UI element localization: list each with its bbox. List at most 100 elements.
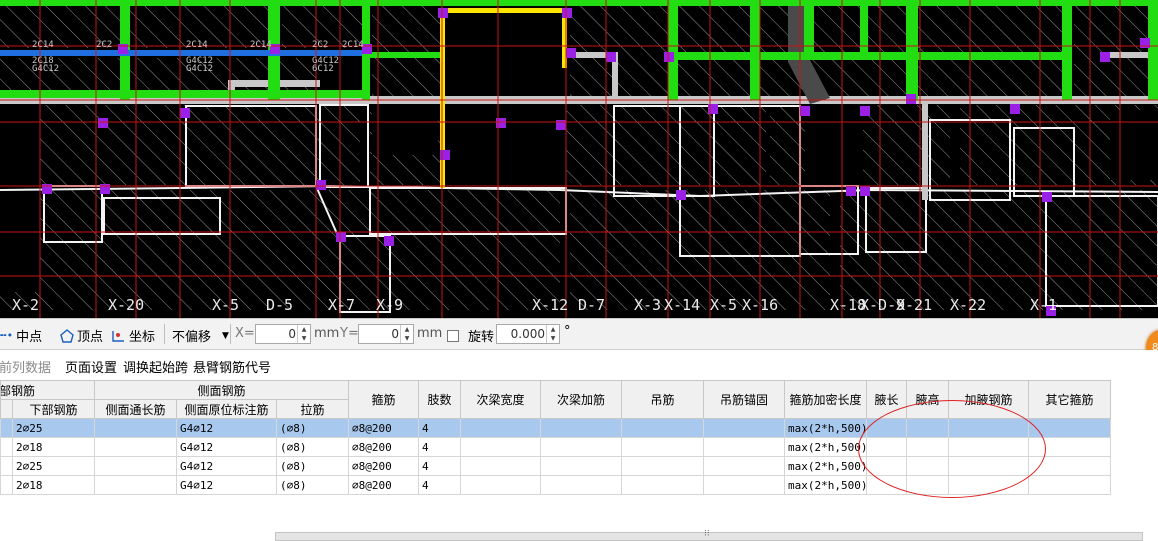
- rebar-annotation: 2C14: [186, 40, 208, 50]
- cell-other-stirrup[interactable]: [1028, 475, 1112, 495]
- cell-hanger[interactable]: [621, 456, 705, 476]
- midpoint-snap-button[interactable]: ╍• 中点: [0, 326, 42, 345]
- cell-sec-rebar[interactable]: [540, 437, 623, 457]
- cell-stirrup[interactable]: ⌀8@200: [348, 418, 420, 438]
- cell-hanger[interactable]: [621, 437, 705, 457]
- cell-side-insitu[interactable]: G4⌀12: [176, 475, 278, 495]
- table-menubar: 当前列数据 页面设置 调换起始跨 悬臂钢筋代号: [0, 350, 1158, 380]
- rotate-checkbox[interactable]: [447, 329, 459, 342]
- menu-cantilever-code[interactable]: 悬臂钢筋代号: [193, 357, 271, 376]
- axis-label: X-21: [896, 296, 933, 314]
- vertex-label: 顶点: [77, 330, 104, 345]
- header-hanger-anchorage[interactable]: 吊筋锚固: [703, 380, 786, 419]
- cell-bottom[interactable]: 2⌀18: [11, 475, 96, 495]
- cell-tie[interactable]: (⌀8): [276, 418, 350, 438]
- cell-sec-width[interactable]: [460, 437, 542, 457]
- coordinate-snap-button[interactable]: 坐标: [110, 326, 155, 345]
- row-stub[interactable]: [0, 456, 13, 476]
- green-beam: [750, 0, 760, 100]
- header-legs[interactable]: 肢数: [418, 380, 462, 419]
- column-marker: [438, 8, 448, 18]
- header-other-stirrup[interactable]: 其它箍筋: [1028, 380, 1112, 419]
- rotate-angle-input[interactable]: 0.000 ▲ ▼: [496, 324, 560, 344]
- header-stirrup[interactable]: 箍筋: [348, 380, 420, 419]
- drawing-canvas[interactable]: 2C14 2C2 2C14 2C14 2C2 2C14 2C18 G4C12 G4C12 G4C1…: [0, 0, 1158, 318]
- header-secondary-beam-width[interactable]: 次梁宽度: [460, 380, 542, 419]
- column-marker: [1042, 192, 1052, 202]
- hatched-slab: [372, 0, 442, 100]
- header-bottom-rebar[interactable]: 下部钢筋: [11, 399, 96, 419]
- cell-hanger[interactable]: [621, 475, 705, 495]
- cell-sec-rebar[interactable]: [540, 456, 623, 476]
- cell-side-insitu[interactable]: G4⌀12: [176, 456, 278, 476]
- blue-beam: [0, 50, 362, 56]
- menu-page-setup[interactable]: 页面设置: [65, 357, 117, 376]
- cell-dense-len[interactable]: max(2*h,500): [784, 456, 868, 476]
- y-spinner[interactable]: ▲ ▼: [400, 325, 413, 343]
- axis-label: X-9: [376, 296, 404, 314]
- axis-label: X-22: [950, 296, 987, 314]
- cell-side-cont[interactable]: [94, 475, 178, 495]
- column-marker: [336, 232, 346, 242]
- header-side-in-situ-rebar[interactable]: 侧面原位标注筋: [176, 399, 278, 419]
- cell-hanger-anchor[interactable]: [703, 437, 786, 457]
- rotate-checkbox-group[interactable]: 旋转: [447, 326, 494, 345]
- cell-side-cont[interactable]: [94, 418, 178, 438]
- header-stirrup-dense-length[interactable]: 箍筋加密长度: [784, 380, 868, 419]
- header-tie-bar[interactable]: 拉筋: [276, 399, 350, 419]
- x-spinner[interactable]: ▲ ▼: [297, 325, 310, 343]
- cell-stirrup[interactable]: ⌀8@200: [348, 475, 420, 495]
- cell-legs[interactable]: 4: [418, 456, 462, 476]
- midpoint-label: 中点: [16, 330, 43, 345]
- y-offset-input[interactable]: 0 ▲ ▼: [358, 324, 414, 344]
- horizontal-scrollbar[interactable]: ⁝⁝: [275, 529, 1143, 541]
- cell-sec-rebar[interactable]: [540, 418, 623, 438]
- x-offset-input[interactable]: 0 ▲ ▼: [255, 324, 311, 344]
- cell-hanger-anchor[interactable]: [703, 475, 786, 495]
- cell-sec-rebar[interactable]: [540, 475, 623, 495]
- green-beam: [860, 0, 868, 52]
- cell-dense-len[interactable]: max(2*h,500): [784, 475, 868, 495]
- menu-swap-start-span[interactable]: 调换起始跨: [123, 357, 188, 376]
- cad-drawing[interactable]: 2C14 2C2 2C14 2C14 2C2 2C142C18 G4C12 G4C12G4C1…: [0, 0, 1158, 318]
- row-stub[interactable]: [0, 437, 13, 457]
- cell-legs[interactable]: 4: [418, 418, 462, 438]
- cell-side-cont[interactable]: [94, 437, 178, 457]
- vertex-snap-button[interactable]: 顶点: [60, 326, 103, 345]
- cell-dense-len[interactable]: max(2*h,500): [784, 437, 868, 457]
- cell-stirrup[interactable]: ⌀8@200: [348, 437, 420, 457]
- header-side-continuous-rebar[interactable]: 侧面通长筋: [94, 399, 178, 419]
- cell-bottom[interactable]: 2⌀25: [11, 456, 96, 476]
- cell-tie[interactable]: (⌀8): [276, 456, 350, 476]
- cell-dense-len[interactable]: max(2*h,500): [784, 418, 868, 438]
- header-secondary-beam-rebar[interactable]: 次梁加筋: [540, 380, 623, 419]
- cell-legs[interactable]: 4: [418, 437, 462, 457]
- toolbar-separator: [164, 324, 165, 344]
- cell-hanger[interactable]: [621, 418, 705, 438]
- cell-hanger-anchor[interactable]: [703, 456, 786, 476]
- cell-hanger-anchor[interactable]: [703, 418, 786, 438]
- cell-side-insitu[interactable]: G4⌀12: [176, 418, 278, 438]
- cell-side-cont[interactable]: [94, 456, 178, 476]
- cell-bottom[interactable]: 2⌀25: [11, 418, 96, 438]
- row-stub[interactable]: [0, 418, 13, 438]
- x-label: X=: [235, 326, 255, 341]
- cell-sec-width[interactable]: [460, 418, 542, 438]
- cell-sec-width[interactable]: [460, 475, 542, 495]
- rotate-label: 旋转: [468, 330, 495, 345]
- cell-tie[interactable]: (⌀8): [276, 475, 350, 495]
- row-stub[interactable]: [0, 475, 13, 495]
- column-marker: [860, 186, 870, 196]
- cell-stirrup[interactable]: ⌀8@200: [348, 456, 420, 476]
- cell-tie[interactable]: (⌀8): [276, 437, 350, 457]
- header-hanger-bar[interactable]: 吊筋: [621, 380, 705, 419]
- axis-label: X-5: [212, 296, 240, 314]
- void-area: [500, 122, 564, 188]
- cell-bottom[interactable]: 2⌀18: [11, 437, 96, 457]
- rotate-spinner[interactable]: ▲ ▼: [546, 325, 559, 343]
- cell-sec-width[interactable]: [460, 456, 542, 476]
- menu-current-column-data[interactable]: 当前列数据: [0, 357, 51, 376]
- offset-dropdown[interactable]: 不偏移 ▼: [172, 326, 229, 345]
- cell-legs[interactable]: 4: [418, 475, 462, 495]
- cell-side-insitu[interactable]: G4⌀12: [176, 437, 278, 457]
